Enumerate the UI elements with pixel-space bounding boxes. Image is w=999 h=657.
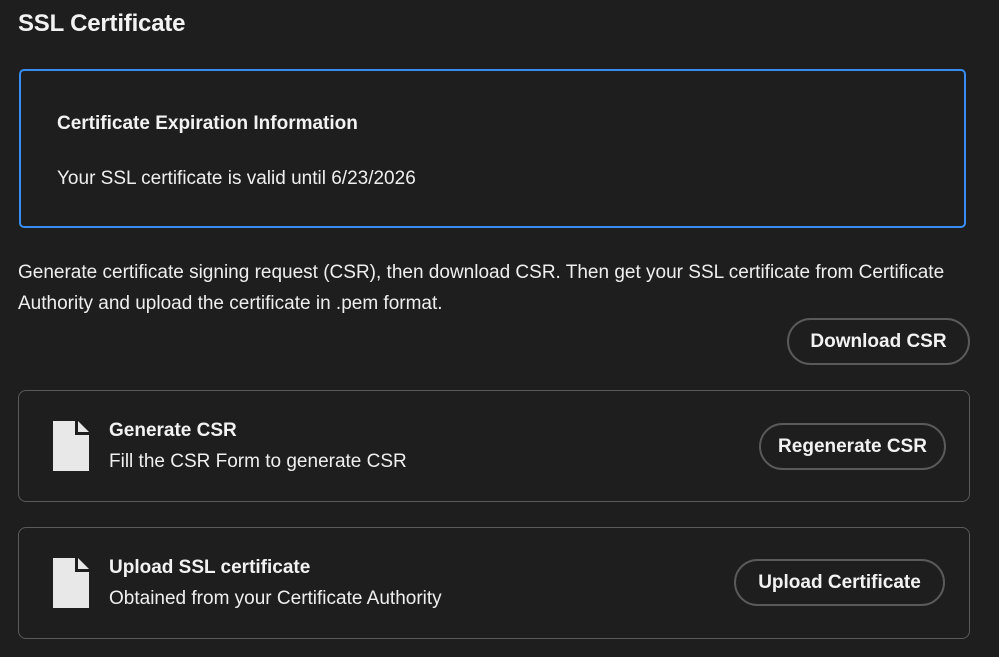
file-icon xyxy=(53,558,89,608)
file-icon xyxy=(53,421,89,471)
upload-certificate-title: Upload SSL certificate xyxy=(109,557,311,578)
upload-certificate-subtitle: Obtained from your Certificate Authority xyxy=(109,588,442,609)
generate-csr-card: Generate CSR Fill the CSR Form to genera… xyxy=(18,390,970,502)
expiration-heading: Certificate Expiration Information xyxy=(57,113,358,134)
generate-csr-subtitle: Fill the CSR Form to generate CSR xyxy=(109,451,407,472)
upload-certificate-button[interactable]: Upload Certificate xyxy=(734,559,945,606)
expiration-text: Your SSL certificate is valid until 6/23… xyxy=(57,168,416,189)
regenerate-csr-button[interactable]: Regenerate CSR xyxy=(759,423,946,470)
download-csr-button[interactable]: Download CSR xyxy=(787,318,970,365)
generate-csr-title: Generate CSR xyxy=(109,420,237,441)
expiration-info-box: Certificate Expiration Information Your … xyxy=(19,69,966,228)
csr-description: Generate certificate signing request (CS… xyxy=(18,262,945,314)
upload-certificate-card: Upload SSL certificate Obtained from you… xyxy=(18,527,970,639)
page-title: SSL Certificate xyxy=(18,10,186,37)
